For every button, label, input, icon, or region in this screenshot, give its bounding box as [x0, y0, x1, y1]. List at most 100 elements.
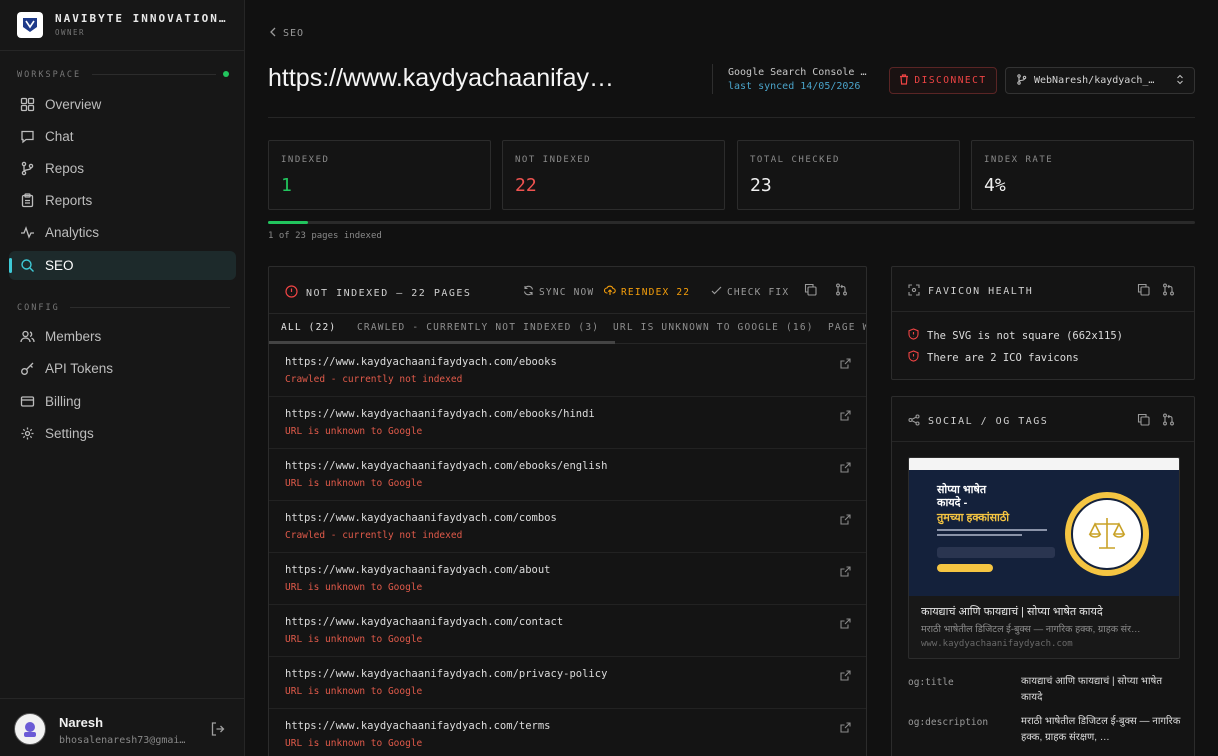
og-image-button: [937, 564, 993, 572]
stat-value: 4%: [984, 175, 1006, 196]
tab-crawled-not-indexed[interactable]: CRAWLED - CURRENTLY NOT INDEXED (3): [357, 322, 599, 333]
external-link-icon[interactable]: [840, 408, 852, 421]
logout-icon[interactable]: [210, 721, 228, 739]
sidebar-item-label: Repos: [45, 161, 85, 176]
row-status: Crawled - currently not indexed: [285, 374, 463, 385]
stat-card-not-indexed: NOT INDEXED 22: [502, 140, 725, 210]
divider: [0, 50, 245, 51]
sync-now-button[interactable]: SYNC NOW: [523, 285, 594, 299]
sidebar-item-analytics[interactable]: Analytics: [9, 218, 236, 247]
sidebar-item-repos[interactable]: Repos: [9, 154, 236, 183]
table-row[interactable]: https://www.kaydyachaanifaydyach.com/ebo…: [269, 449, 866, 501]
table-row[interactable]: https://www.kaydyachaanifaydyach.com/ter…: [269, 709, 866, 756]
row-url: https://www.kaydyachaanifaydyach.com/con…: [285, 616, 564, 628]
stat-label: NOT INDEXED: [515, 155, 592, 165]
sidebar-item-api-tokens[interactable]: API Tokens: [9, 354, 236, 383]
org-name: NAVIBYTE INNOVATIONS…: [55, 12, 233, 25]
sidebar-item-settings[interactable]: Settings: [9, 419, 236, 448]
panel-title-text: SOCIAL / OG TAGS: [928, 416, 1049, 427]
table-row[interactable]: https://www.kaydyachaanifaydyach.com/ebo…: [269, 397, 866, 449]
scan-icon: [908, 284, 920, 299]
pull-request-icon[interactable]: [835, 283, 849, 297]
tab-scroll-indicator[interactable]: [269, 341, 615, 344]
not-indexed-panel: NOT INDEXED — 22 PAGES SYNC NOW REINDEX …: [268, 266, 867, 756]
sidebar-item-chat[interactable]: Chat: [9, 122, 236, 151]
panel-header: FAVICON HEALTH: [892, 267, 1194, 312]
scales-of-justice-icon: [1065, 492, 1149, 576]
copy-icon[interactable]: [1137, 413, 1151, 427]
issue-text: There are 2 ICO favicons: [927, 351, 1079, 364]
row-status: URL is unknown to Google: [285, 686, 423, 697]
table-row[interactable]: https://www.kaydyachaanifaydyach.com/ebo…: [269, 345, 866, 397]
og-preview-image: सोप्या भाषेत कायदे - तुमच्या हक्कांसाठी: [909, 458, 1179, 596]
reindex-button[interactable]: REINDEX 22: [603, 285, 691, 299]
table-row[interactable]: https://www.kaydyachaanifaydyach.com/con…: [269, 605, 866, 657]
row-url: https://www.kaydyachaanifaydyach.com/ebo…: [285, 460, 608, 472]
table-row[interactable]: https://www.kaydyachaanifaydyach.com/com…: [269, 501, 866, 553]
tab-all[interactable]: ALL (22): [281, 322, 336, 333]
repo-select[interactable]: WebNaresh/kaydyach_…: [1005, 67, 1195, 94]
shield-alert-icon: [908, 328, 919, 343]
check-fix-button[interactable]: CHECK FIX: [711, 285, 789, 299]
table-row[interactable]: https://www.kaydyachaanifaydyach.com/pri…: [269, 657, 866, 709]
external-link-icon[interactable]: [840, 720, 852, 733]
git-branch-icon: [1016, 73, 1027, 88]
favicon-health-panel: FAVICON HEALTH The SVG is not square (66…: [891, 266, 1195, 380]
sidebar-item-overview[interactable]: Overview: [9, 90, 236, 119]
og-preview-card[interactable]: सोप्या भाषेत कायदे - तुमच्या हक्कांसाठी क…: [908, 457, 1180, 659]
external-link-icon[interactable]: [840, 356, 852, 369]
external-link-icon[interactable]: [840, 564, 852, 577]
row-status: Crawled - currently not indexed: [285, 530, 463, 541]
external-link-icon[interactable]: [840, 460, 852, 473]
sidebar-item-label: Reports: [45, 193, 93, 208]
panel-header: NOT INDEXED — 22 PAGES SYNC NOW REINDEX …: [269, 267, 866, 314]
tab-url-unknown[interactable]: URL IS UNKNOWN TO GOOGLE (16): [613, 322, 814, 333]
org-switcher[interactable]: NAVIBYTE INNOVATIONS… OWNER: [17, 11, 233, 41]
copy-icon[interactable]: [804, 283, 818, 297]
row-url: https://www.kaydyachaanifaydyach.com/com…: [285, 512, 557, 524]
tab-page-w[interactable]: PAGE W: [828, 322, 866, 333]
avatar[interactable]: [14, 713, 46, 745]
row-url: https://www.kaydyachaanifaydyach.com/ter…: [285, 720, 551, 732]
chat-icon: [19, 129, 35, 145]
divider: [70, 307, 230, 308]
sidebar-item-reports[interactable]: Reports: [9, 186, 236, 215]
cloud-upload-icon: [603, 285, 616, 299]
panel-title-text: NOT INDEXED — 22 PAGES: [306, 287, 472, 299]
reindex-label: REINDEX 22: [621, 286, 691, 298]
panel-title-text: FAVICON HEALTH: [928, 286, 1034, 297]
gear-icon: [19, 426, 35, 442]
search-icon: [19, 258, 35, 274]
stat-value: 22: [515, 175, 537, 196]
stat-card-total-checked: TOTAL CHECKED 23: [737, 140, 960, 210]
table-row[interactable]: https://www.kaydyachaanifaydyach.com/abo…: [269, 553, 866, 605]
og-field-value: कायद्याचं आणि फायद्याचं | सोप्या भाषेत क…: [1021, 676, 1163, 703]
disconnect-button[interactable]: DISCONNECT: [889, 67, 997, 94]
og-image-navbar: [909, 458, 1179, 470]
panel-title: FAVICON HEALTH: [908, 284, 1033, 299]
sidebar-item-billing[interactable]: Billing: [9, 387, 236, 416]
stat-value: 1: [281, 175, 292, 196]
main-content: SEO https://www.kaydyachaanifay… Google …: [245, 0, 1218, 756]
external-link-icon[interactable]: [840, 616, 852, 629]
refresh-icon: [523, 285, 534, 299]
external-link-icon[interactable]: [840, 668, 852, 681]
back-label: SEO: [283, 28, 305, 39]
row-url: https://www.kaydyachaanifaydyach.com/ebo…: [285, 356, 557, 368]
alert-circle-icon: [285, 285, 298, 301]
pull-request-icon[interactable]: [1162, 283, 1176, 297]
og-card-domain: www.kaydyachaanifaydyach.com: [921, 639, 1073, 649]
sidebar-item-seo[interactable]: SEO: [9, 251, 236, 280]
index-progress-bar: [268, 221, 1195, 224]
page-title: https://www.kaydyachaanifay…: [268, 64, 614, 92]
config-section-label: CONFIG: [17, 303, 60, 313]
copy-icon[interactable]: [1137, 283, 1151, 297]
pull-request-icon[interactable]: [1162, 413, 1176, 427]
org-role: OWNER: [55, 28, 86, 37]
stat-card-index-rate: INDEX RATE 4%: [971, 140, 1194, 210]
sidebar-item-members[interactable]: Members: [9, 322, 236, 351]
back-link[interactable]: SEO: [269, 27, 304, 40]
panel-title: NOT INDEXED — 22 PAGES: [285, 285, 471, 301]
external-link-icon[interactable]: [840, 512, 852, 525]
check-fix-label: CHECK FIX: [727, 286, 790, 298]
